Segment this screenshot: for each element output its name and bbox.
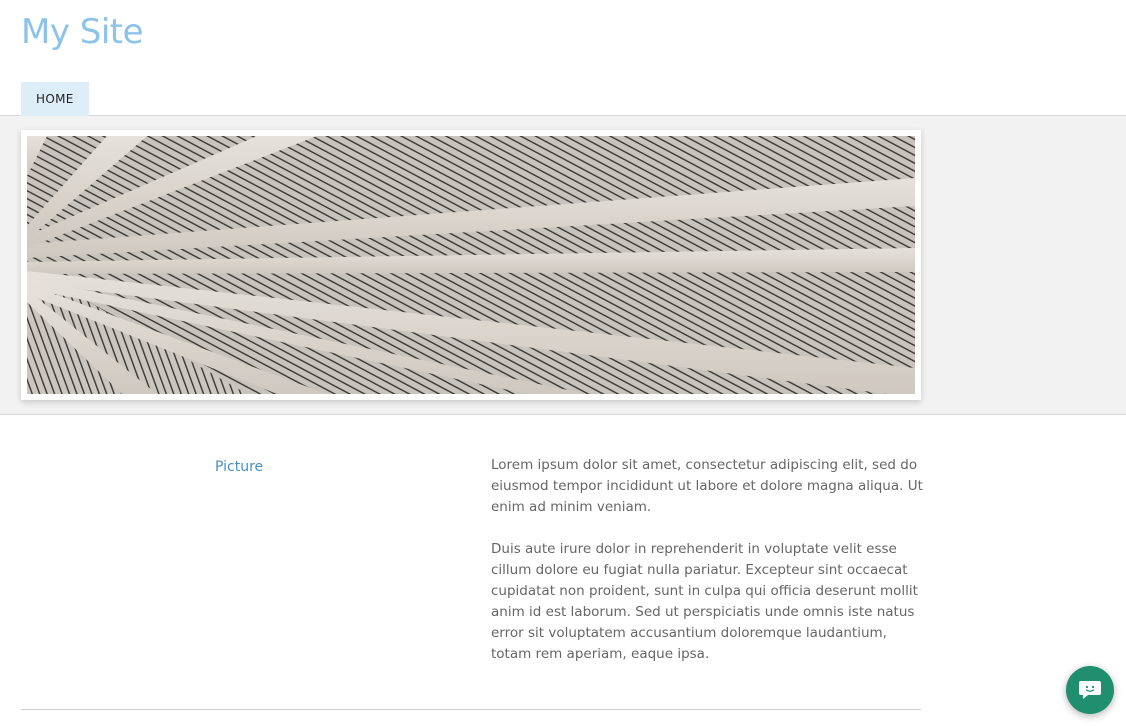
divider	[21, 709, 921, 710]
banner-image-frame	[21, 130, 921, 400]
main-nav: HOME	[21, 82, 89, 116]
banner-section	[0, 116, 1126, 415]
banner-image	[27, 136, 915, 394]
text-column: Lorem ipsum dolor sit amet, consectetur …	[491, 455, 923, 686]
nav-item-home[interactable]: HOME	[21, 82, 89, 116]
chat-smiley-icon	[1079, 681, 1101, 699]
site-title[interactable]: My Site	[21, 10, 144, 54]
chat-button[interactable]	[1066, 666, 1114, 714]
site-header: My Site HOME	[0, 0, 1126, 116]
paragraph: Lorem ipsum dolor sit amet, consectetur …	[491, 457, 923, 515]
picture-link[interactable]: Picture	[215, 459, 263, 475]
content-section: Picture Lorem ipsum dolor sit amet, cons…	[0, 415, 1126, 726]
paragraph: Duis aute irure dolor in reprehenderit i…	[491, 541, 918, 662]
